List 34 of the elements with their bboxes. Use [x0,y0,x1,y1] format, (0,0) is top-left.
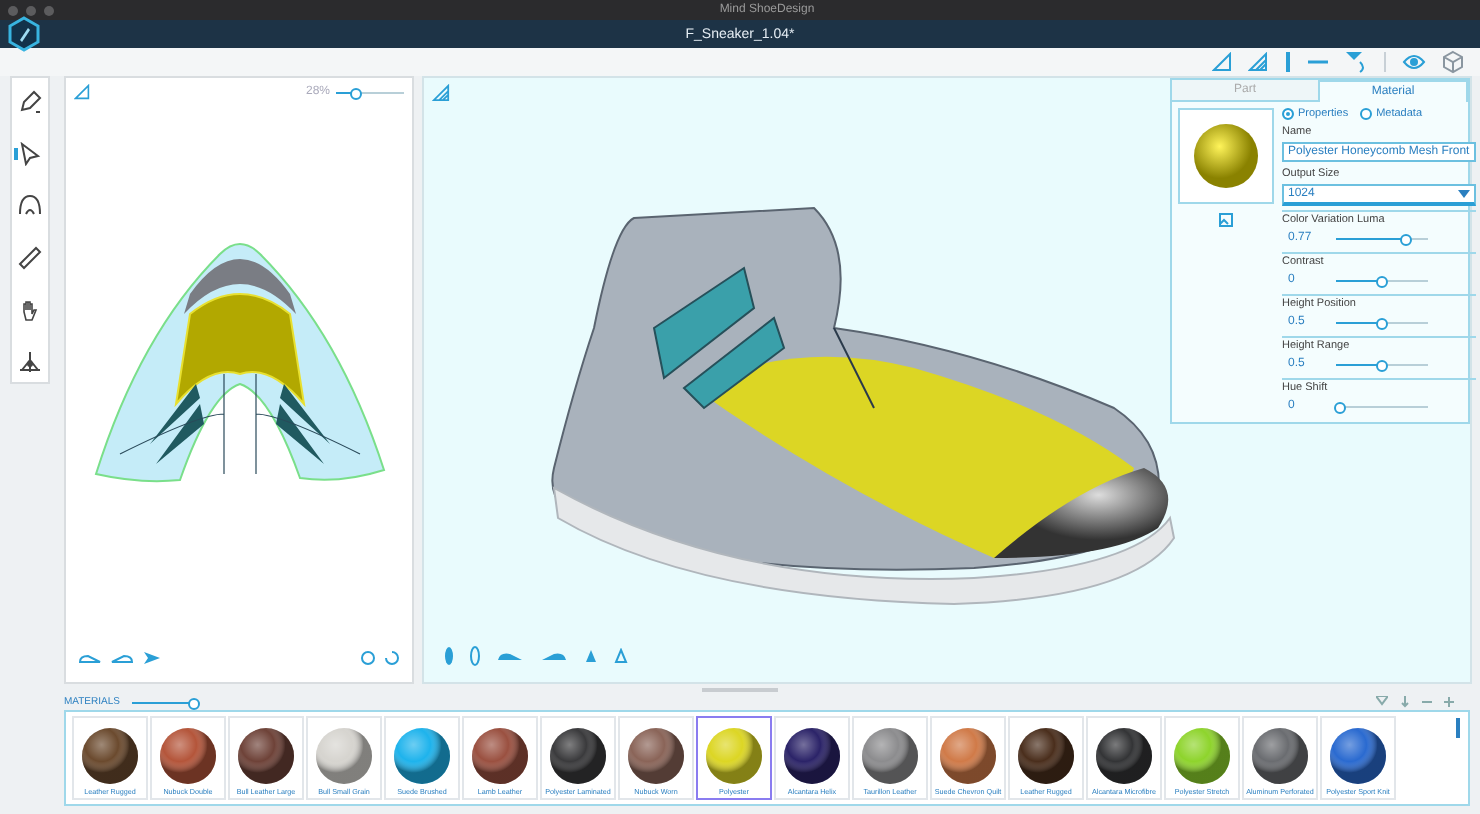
shoe-side-icon[interactable] [110,652,134,664]
curved-arrow-icon[interactable] [1344,50,1368,74]
minus-icon[interactable] [1422,696,1432,708]
pointer-icon[interactable] [18,142,42,166]
filter-icon[interactable] [1376,696,1388,708]
shoe-front-icon[interactable] [584,648,598,664]
eye-icon[interactable] [1402,52,1426,72]
curve-icon[interactable] [18,194,42,218]
minimize-dot[interactable] [26,5,36,15]
ruler-icon[interactable] [18,246,42,270]
cube-icon[interactable] [1442,50,1464,74]
plus-icon[interactable] [1444,696,1454,708]
shoe-back-icon[interactable] [614,648,628,664]
triangle-outline-icon[interactable] [74,84,90,100]
shoe-side-icon[interactable] [78,652,102,664]
shoe-side-icon[interactable] [496,650,524,662]
triangle-outline-icon[interactable] [1212,52,1232,72]
arrow-icon[interactable] [142,650,162,666]
zoom-dot[interactable] [44,5,54,15]
shoe-bottom-icon[interactable] [470,646,480,666]
shoe-top-icon[interactable] [444,646,454,666]
scrollbar-thumb[interactable] [1456,718,1460,738]
hatched-triangle-icon[interactable] [1248,52,1268,72]
hand-icon[interactable] [18,298,42,322]
vertical-line-icon[interactable] [1284,52,1292,72]
image-icon[interactable] [1218,212,1234,228]
shoe-side-icon[interactable] [540,650,568,662]
node-icon[interactable] [18,350,42,374]
dropdown-caret-icon [1457,190,1470,198]
material-sphere-drawing [1192,122,1260,190]
close-dot[interactable] [8,5,18,15]
hatched-triangle-icon[interactable] [432,84,450,102]
pen-icon[interactable] [18,90,42,114]
download-icon[interactable] [1400,696,1410,708]
